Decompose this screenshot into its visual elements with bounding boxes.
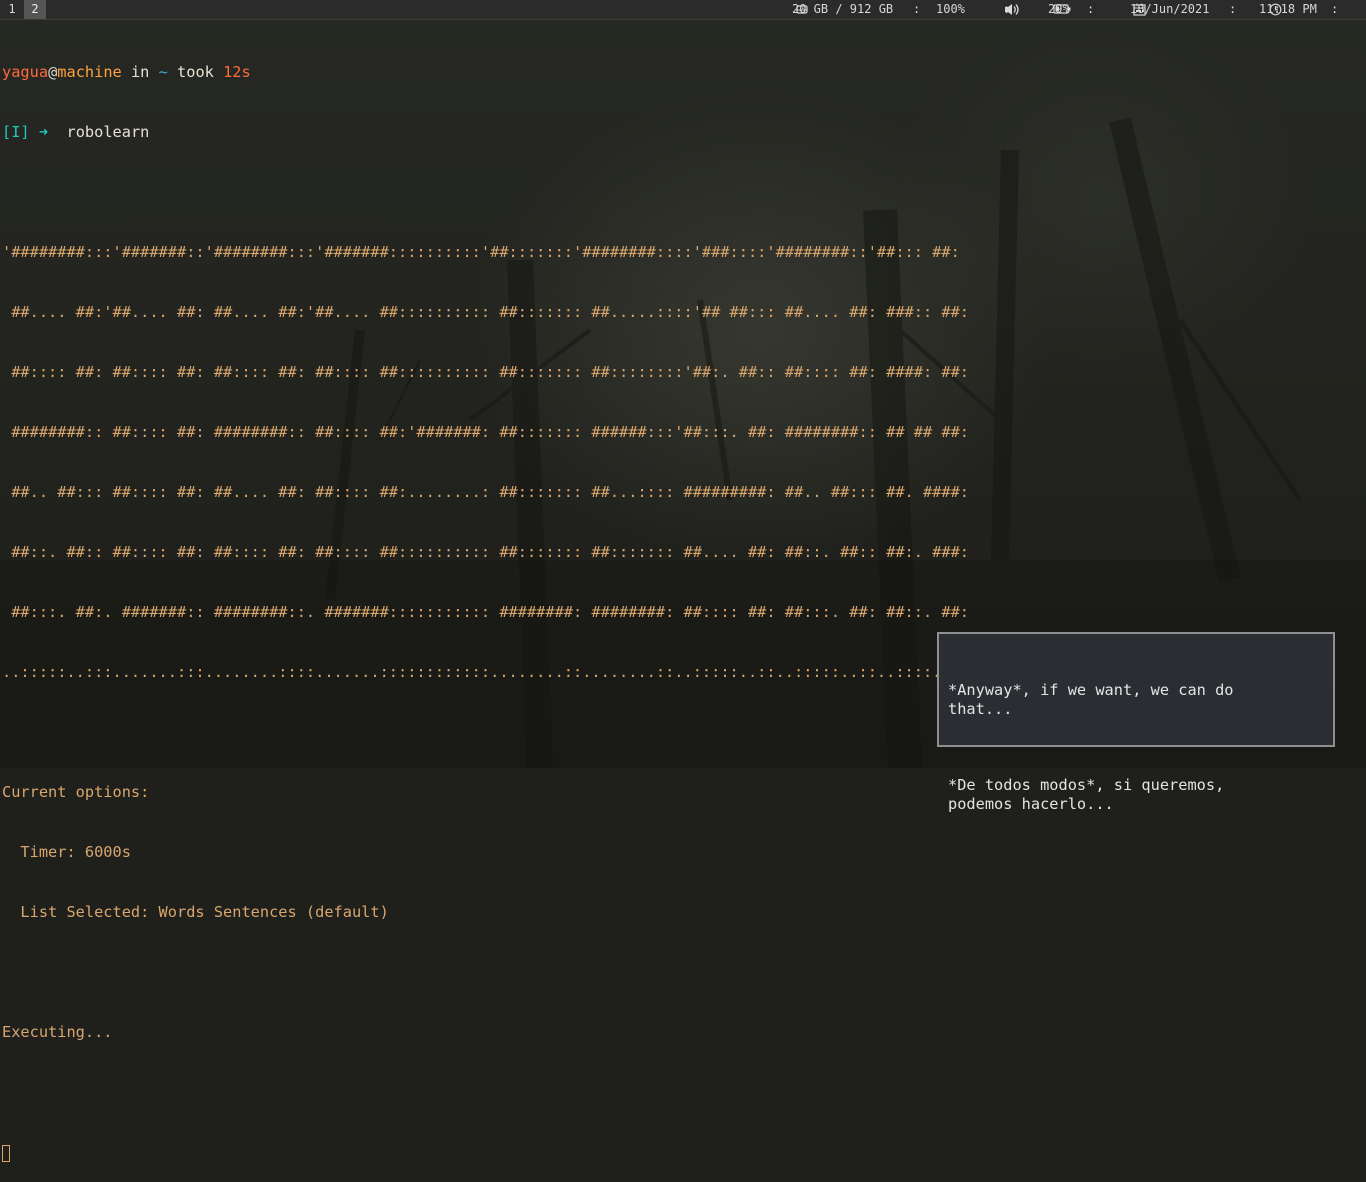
prompt-took: took [167,63,224,81]
workspace-1-button[interactable]: 1 [1,0,23,19]
separator: : [913,2,921,16]
list-selected-option: List Selected: Words Sentences (default) [2,903,389,921]
command-line: [I] ➜ robolearn [2,122,1362,142]
separator: : [1229,2,1237,16]
notification-popup[interactable]: *Anyway*, if we want, we can do that... … [937,632,1335,813]
vi-mode-indicator: [I] [2,123,30,141]
ascii-art-line: ########:: ##:::: ##: ########:: ##:::: … [2,423,969,441]
separator: : [1003,2,1011,16]
date: 18/Jun/2021 [1130,2,1210,16]
prompt-in: in [121,63,159,81]
prompt-directory: ~ [158,63,168,81]
prompt-user: yagua [2,63,49,81]
calendar-icon [1104,0,1146,19]
ascii-art-line: ##.... ##:'##.... ##: ##.... ##:'##.... … [2,303,969,321]
wifi-icon[interactable] [1344,0,1362,19]
ascii-art-line: ##::. ##:: ##:::: ##: ##:::: ##: ##:::: … [2,543,969,561]
prompt-duration: 12s [223,63,251,81]
workspace-2-button[interactable]: 2 [24,0,46,19]
battery-level: 29% [1048,2,1070,16]
prompt-at: @ [48,63,58,81]
notification-spanish-text: *De todos modos*, si queremos, podemos h… [948,776,1225,813]
ascii-art-line: ##.. ##::: ##:::: ##: ##.... ##: ##:::: … [2,483,969,501]
notification-english-text: *Anyway*, if we want, we can do that... [948,681,1234,718]
status-bar: 1 2 20 GB / 912 GB : 100% : 29% : 18/Jun… [0,0,1366,20]
prompt-arrow-icon: ➜ [38,123,49,141]
command-text: robolearn [66,123,150,141]
timer-option: Timer: 6000s [2,843,131,861]
hard-drive-icon [767,0,808,19]
terminal-cursor [2,1144,10,1162]
ascii-art-line: '########:::'#######::'########:::'#####… [2,243,960,261]
separator: : [1087,2,1095,16]
separator: : [1331,2,1339,16]
clock-icon [1240,0,1282,19]
clock-time: 11:18 PM [1259,2,1317,16]
disk-usage: 20 GB / 912 GB [792,2,894,16]
battery-icon [1024,0,1071,19]
terminal-output[interactable]: yagua@machine in ~ took 12s [I] ➜ robole… [2,22,1362,1182]
ascii-art-line: ##:::: ##: ##:::: ##: ##:::: ##: ##:::: … [2,363,969,381]
volume-level: 100% [936,2,965,16]
prompt-line: yagua@machine in ~ took 12s [2,62,1362,82]
speaker-icon[interactable] [975,0,1019,19]
prompt-host: machine [57,63,122,81]
ascii-art-line: ##:::. ##:. #######:: ########::. ######… [2,603,969,621]
status-text: Executing... [2,1023,113,1041]
